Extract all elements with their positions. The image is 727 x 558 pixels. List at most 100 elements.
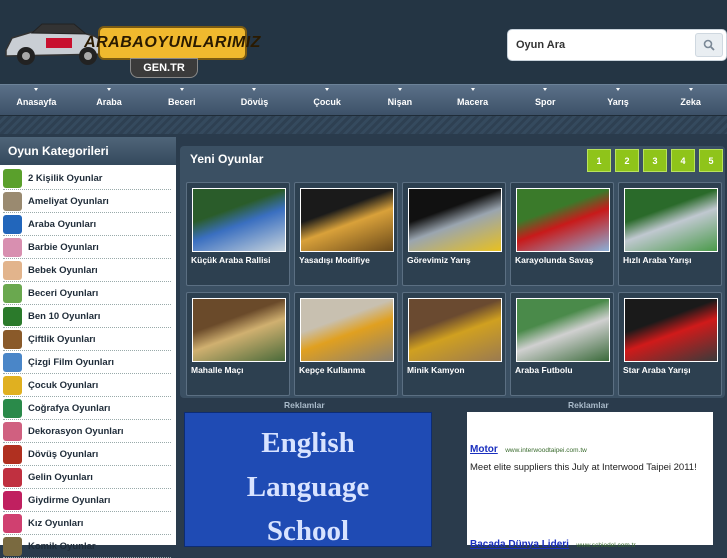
game-card[interactable]: Karayolunda Savaş xyxy=(510,182,614,286)
logo-title: ARABAOYUNLARIMIZ xyxy=(84,26,260,60)
category-item[interactable]: Giydirme Oyunları xyxy=(3,489,171,512)
farm-icon xyxy=(3,329,22,349)
nav-item-6[interactable]: Macera xyxy=(436,85,509,115)
game-thumbnail[interactable] xyxy=(624,188,718,252)
nav-arrow-icon xyxy=(615,88,620,91)
nav-item-8[interactable]: Yarış xyxy=(582,85,655,115)
category-label: Çiftlik Oyunları xyxy=(28,333,96,345)
main-nav: Anasayfa Araba Beceri Dövüş Çocuk Nişan Macera… xyxy=(0,84,727,116)
nav-item-1[interactable]: Araba xyxy=(73,85,146,115)
game-card[interactable]: Star Araba Yarışı xyxy=(618,292,722,396)
nav-item-label: Yarış xyxy=(607,97,629,107)
ad-url-interwood[interactable]: www.interwoodtaipei.com.tw xyxy=(505,447,587,454)
category-item[interactable]: Ameliyat Oyunları xyxy=(3,190,171,213)
text-ads: Motor www.interwoodtaipei.com.tw Meet el… xyxy=(467,412,713,550)
game-card[interactable]: Görevimiz Yarış xyxy=(402,182,506,286)
page-button-1[interactable]: 1 xyxy=(587,149,611,172)
ben10-icon xyxy=(3,306,22,326)
nav-item-label: Anasayfa xyxy=(16,97,57,107)
category-item[interactable]: Çocuk Oyunları xyxy=(3,374,171,397)
game-thumbnail[interactable] xyxy=(192,298,286,362)
game-thumbnail[interactable] xyxy=(408,298,502,362)
category-item[interactable]: Çizgi Film Oyunları xyxy=(3,351,171,374)
nav-item-5[interactable]: Nişan xyxy=(364,85,437,115)
category-item[interactable]: Kız Oyunları xyxy=(3,512,171,535)
game-title[interactable]: Karayolunda Savaş xyxy=(515,255,615,265)
site-header: ARABAOYUNLARIMIZ GEN.TR xyxy=(0,0,727,84)
category-label: Gelin Oyunları xyxy=(28,471,93,483)
category-item[interactable]: Barbie Oyunları xyxy=(3,236,171,259)
category-item[interactable]: Beceri Oyunları xyxy=(3,282,171,305)
nav-item-label: Nişan xyxy=(387,97,413,107)
nav-item-2[interactable]: Beceri xyxy=(145,85,218,115)
nav-arrow-icon xyxy=(252,88,257,91)
page-button-2[interactable]: 2 xyxy=(615,149,639,172)
game-title[interactable]: Yasadışı Modifiye xyxy=(299,255,399,265)
cartoon-icon xyxy=(3,352,22,372)
nav-item-label: Araba xyxy=(96,97,122,107)
game-card[interactable]: Mahalle Maçı xyxy=(186,292,290,396)
fight-icon xyxy=(3,444,22,464)
category-item[interactable]: Araba Oyunları xyxy=(3,213,171,236)
nav-item-label: Çocuk xyxy=(313,97,341,107)
ad-headline-motor[interactable]: Motor xyxy=(470,444,498,455)
nav-item-3[interactable]: Dövüş xyxy=(218,85,291,115)
game-card[interactable]: Yasadışı Modifiye xyxy=(294,182,398,286)
category-label: Komik Oyunlar xyxy=(28,540,96,552)
game-thumbnail[interactable] xyxy=(300,298,394,362)
nav-item-7[interactable]: Spor xyxy=(509,85,582,115)
search-input[interactable] xyxy=(514,34,698,56)
game-title[interactable]: Araba Futbolu xyxy=(515,365,615,375)
category-item[interactable]: Çiftlik Oyunları xyxy=(3,328,171,351)
nav-item-label: Dövüş xyxy=(240,97,269,107)
page-button-4[interactable]: 4 xyxy=(671,149,695,172)
logo-domain: GEN.TR xyxy=(130,58,198,78)
nav-item-9[interactable]: Zeka xyxy=(654,85,727,115)
nav-item-0[interactable]: Anasayfa xyxy=(0,85,73,115)
category-item[interactable]: Dövüş Oyunları xyxy=(3,443,171,466)
game-thumbnail[interactable] xyxy=(192,188,286,252)
game-thumbnail[interactable] xyxy=(516,298,610,362)
game-card[interactable]: Hızlı Araba Yarışı xyxy=(618,182,722,286)
game-title[interactable]: Star Araba Yarışı xyxy=(623,365,723,375)
english-school-ad[interactable]: English Language School xyxy=(184,412,432,547)
category-item[interactable]: Coğrafya Oyunları xyxy=(3,397,171,420)
game-card[interactable]: Küçük Araba Rallisi xyxy=(186,182,290,286)
nav-item-4[interactable]: Çocuk xyxy=(291,85,364,115)
game-title[interactable]: Hızlı Araba Yarışı xyxy=(623,255,723,265)
nav-item-label: Spor xyxy=(535,97,556,107)
category-item[interactable]: 2 Kişilik Oyunlar xyxy=(3,167,171,190)
game-thumbnail[interactable] xyxy=(624,298,718,362)
game-thumbnail[interactable] xyxy=(300,188,394,252)
game-title[interactable]: Kepçe Kullanma xyxy=(299,365,399,375)
site-logo[interactable]: ARABAOYUNLARIMIZ GEN.TR xyxy=(0,8,260,78)
category-item[interactable]: Ben 10 Oyunları xyxy=(3,305,171,328)
category-item[interactable]: Dekorasyon Oyunları xyxy=(3,420,171,443)
game-card[interactable]: Kepçe Kullanma xyxy=(294,292,398,396)
game-title[interactable]: Küçük Araba Rallisi xyxy=(191,255,291,265)
ad-url-schiedel[interactable]: www.schiedel.com.tr xyxy=(576,542,635,549)
game-title[interactable]: Mahalle Maçı xyxy=(191,365,291,375)
category-label: Araba Oyunları xyxy=(28,218,97,230)
dressup-icon xyxy=(3,490,22,510)
category-list: 2 Kişilik Oyunlar Ameliyat Oyunları Araba … xyxy=(0,165,176,558)
nav-arrow-icon xyxy=(107,88,112,91)
search-button[interactable] xyxy=(695,33,723,57)
game-card[interactable]: Araba Futbolu xyxy=(510,292,614,396)
baby-icon xyxy=(3,260,22,280)
barbie-icon xyxy=(3,237,22,257)
category-item[interactable]: Komik Oyunlar xyxy=(3,535,171,558)
game-thumbnail[interactable] xyxy=(516,188,610,252)
nav-item-label: Macera xyxy=(457,97,489,107)
game-thumbnail[interactable] xyxy=(408,188,502,252)
game-title[interactable]: Minik Kamyon xyxy=(407,365,507,375)
category-label: Çizgi Film Oyunları xyxy=(28,356,115,368)
game-card[interactable]: Minik Kamyon xyxy=(402,292,506,396)
category-item[interactable]: Gelin Oyunları xyxy=(3,466,171,489)
category-item[interactable]: Bebek Oyunları xyxy=(3,259,171,282)
game-title[interactable]: Görevimiz Yarış xyxy=(407,255,507,265)
category-label: Çocuk Oyunları xyxy=(28,379,99,391)
page-button-5[interactable]: 5 xyxy=(699,149,723,172)
nav-arrow-icon xyxy=(325,88,330,91)
page-button-3[interactable]: 3 xyxy=(643,149,667,172)
